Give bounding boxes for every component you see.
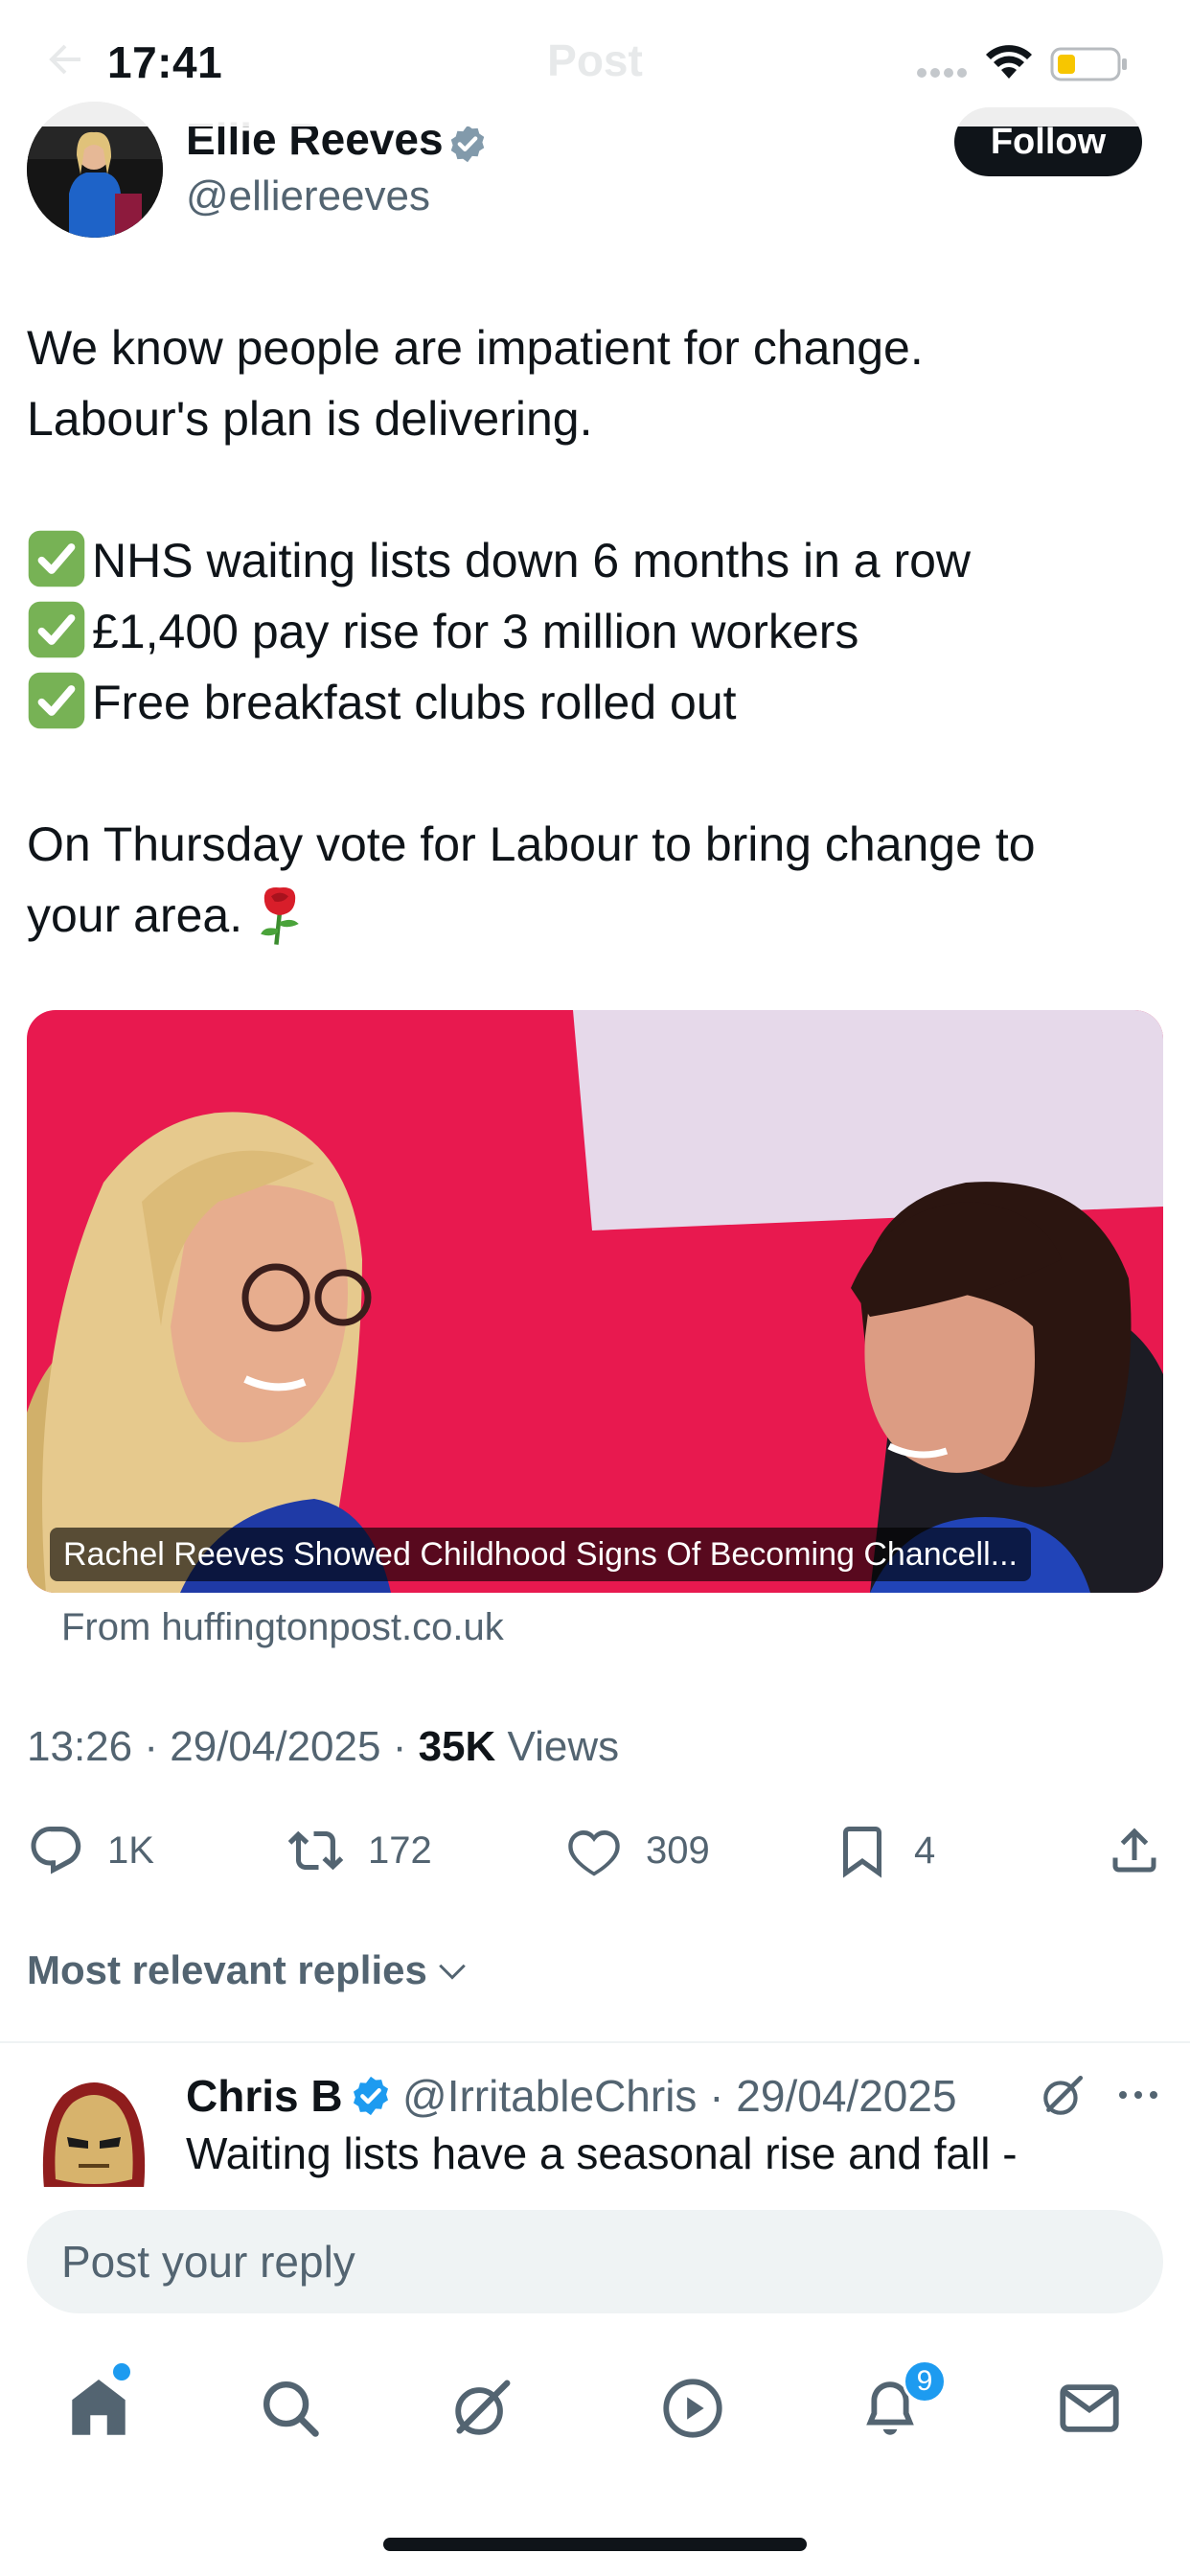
- reply-input[interactable]: [27, 2210, 1163, 2313]
- tab-messages[interactable]: [1056, 2375, 1123, 2442]
- post-time: 13:26: [27, 1723, 133, 1770]
- check-mark-button-emoji-icon: [28, 530, 85, 587]
- check-mark-button-emoji-icon: [28, 601, 85, 658]
- heart-icon: [568, 1829, 620, 1876]
- reply-text: Waiting lists have a seasonal rise and f…: [186, 2128, 1018, 2178]
- verified-blue-icon: [353, 2076, 389, 2116]
- more-options-icon[interactable]: [1113, 2078, 1163, 2112]
- tab-home[interactable]: [65, 2375, 132, 2442]
- reply-handle-date[interactable]: @IrritableChris · 29/04/2025: [402, 2070, 957, 2122]
- grok-icon: [455, 2380, 511, 2435]
- wifi-icon: [986, 45, 1032, 79]
- status-bar: Post 17:41: [0, 0, 1190, 126]
- home-notification-dot: [113, 2363, 130, 2380]
- replies-sort-label: Most relevant replies: [27, 1947, 427, 1992]
- share-icon: [1112, 1828, 1156, 1873]
- reply-action[interactable]: 1K: [27, 1821, 154, 1880]
- reply-author-name[interactable]: Chris B: [186, 2070, 343, 2122]
- notification-count-badge: 9: [903, 2359, 947, 2404]
- search-icon: [263, 2381, 319, 2437]
- link-card-image[interactable]: [27, 1010, 1163, 1593]
- reply-avatar[interactable]: [34, 2074, 153, 2189]
- verified-grey-icon: [450, 125, 485, 163]
- bookmark-icon: [843, 1827, 881, 1878]
- tab-video[interactable]: [659, 2375, 726, 2442]
- divider: [0, 2041, 1190, 2043]
- post-line: Labour's plan is delivering.: [27, 392, 593, 446]
- post-bullet: £1,400 pay rise for 3 million workers: [27, 596, 1167, 667]
- grok-icon[interactable]: [1039, 2072, 1087, 2120]
- status-time: 17:41: [107, 37, 223, 87]
- tab-grok[interactable]: [448, 2375, 515, 2442]
- repost-count: 172: [368, 1828, 432, 1872]
- bookmark-count: 4: [914, 1828, 936, 1872]
- home-icon: [72, 2379, 126, 2435]
- link-card-source[interactable]: From huffingtonpost.co.uk: [61, 1606, 504, 1649]
- author-handle[interactable]: @elliereeves: [186, 172, 430, 220]
- mail-icon: [1060, 2384, 1119, 2432]
- tab-search[interactable]: [257, 2375, 324, 2442]
- views-count[interactable]: 35K: [419, 1723, 496, 1770]
- chevron-down-icon: [439, 1964, 466, 1980]
- post-text: We know people are impatient for change.…: [27, 312, 1167, 951]
- post-line: your area.: [27, 880, 1167, 951]
- link-card-caption[interactable]: Rachel Reeves Showed Childhood Signs Of …: [50, 1528, 1031, 1581]
- post-bullet: Free breakfast clubs rolled out: [27, 667, 1167, 738]
- replies-sort-dropdown[interactable]: Most relevant replies: [27, 1947, 469, 1993]
- like-count: 309: [646, 1828, 710, 1872]
- cellular-signal-icon: [917, 68, 967, 78]
- check-mark-button-emoji-icon: [28, 672, 85, 729]
- post-line: On Thursday vote for Labour to bring cha…: [27, 817, 1036, 871]
- repost-action[interactable]: 172: [287, 1821, 432, 1880]
- reply-icon: [31, 1827, 81, 1874]
- home-indicator[interactable]: [383, 2538, 807, 2551]
- post-meta: 13:26 · 29/04/2025 · 35K Views: [27, 1723, 620, 1770]
- repost-icon: [287, 1830, 344, 1871]
- play-circle-icon: [663, 2379, 722, 2438]
- share-action[interactable]: [1106, 1821, 1186, 1880]
- views-label: Views: [507, 1723, 620, 1770]
- post-line: We know people are impatient for change.: [27, 321, 924, 375]
- battery-icon: [1050, 47, 1127, 81]
- rose-emoji-icon: [261, 886, 299, 945]
- reply-count: 1K: [107, 1828, 154, 1872]
- like-action[interactable]: 309: [565, 1821, 710, 1880]
- post-date: 29/04/2025: [170, 1723, 381, 1770]
- bookmark-action[interactable]: 4: [834, 1821, 935, 1880]
- post-bullet: NHS waiting lists down 6 months in a row: [27, 525, 1167, 596]
